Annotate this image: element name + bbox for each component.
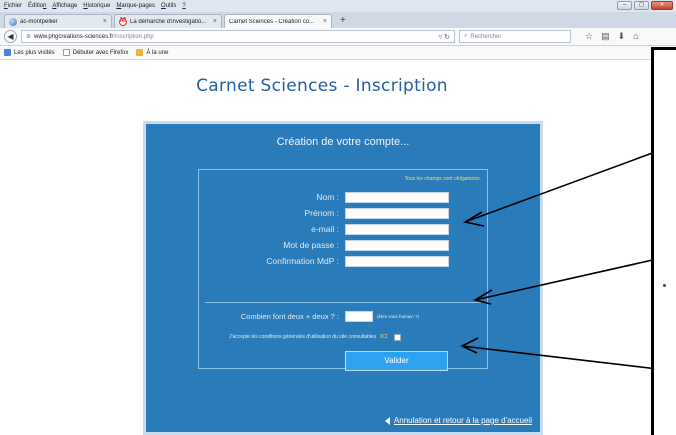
globe-icon: ⊕	[26, 34, 32, 40]
email-input[interactable]	[345, 224, 449, 235]
field-row-password: Mot de passe :	[199, 239, 489, 252]
terms-row: J'accepte les conditions générales d'uti…	[229, 332, 402, 342]
search-placeholder: Rechercher	[470, 33, 502, 40]
bookmark-icon	[4, 49, 11, 56]
annotation-box	[651, 47, 676, 435]
password-confirm-label: Confirmation MdP :	[266, 256, 339, 266]
new-tab-button[interactable]: +	[334, 14, 352, 28]
toolbar-icons: ☆ ▤ ⬇ ⌂	[585, 31, 639, 42]
menu-item-marque-pages[interactable]: Marque-pages	[116, 3, 155, 9]
tab-bar: ac-montpellier × La démarche d'investiga…	[0, 12, 676, 28]
tab-label: ac-montpellier	[20, 18, 58, 25]
bookmark-plus-visites[interactable]: Les plus visités	[4, 49, 55, 56]
cancel-link-label: Annulation et retour à la page d'accueil	[393, 416, 532, 425]
bookmark-debuter-firefox[interactable]: Débuter avec Firefox	[62, 49, 129, 56]
form-heading: Création de votre compte...	[276, 136, 410, 148]
reload-icon[interactable]: ▿ ↻	[439, 33, 450, 41]
rss-folder-icon	[136, 49, 144, 56]
password-input[interactable]	[345, 240, 449, 251]
captcha-hint: (êtes vous humain ?)	[377, 314, 420, 319]
cancel-link[interactable]: Annulation et retour à la page d'accueil	[384, 416, 532, 425]
tab-demarche-investigation[interactable]: La démarche d'investigatio... ×	[114, 14, 222, 28]
menu-item-edition[interactable]: Édition	[28, 3, 46, 9]
registration-panel: Création de votre compte... Tous les cha…	[143, 121, 543, 435]
reading-list-icon[interactable]: ▤	[601, 31, 610, 42]
search-icon: ⌕	[464, 33, 468, 39]
search-input[interactable]: ⌕ Rechercher	[459, 30, 571, 43]
field-row-password-confirm: Confirmation MdP :	[199, 255, 489, 268]
home-icon[interactable]: ⌂	[633, 31, 638, 42]
menu-item-outils[interactable]: Outils	[161, 3, 176, 9]
tab-label: La démarche d'investigatio...	[130, 18, 207, 25]
password-label: Mot de passe :	[283, 240, 339, 250]
email-label: e-mail :	[311, 224, 339, 234]
menu-bar: Fichier Édition Affichage Historique Mar…	[0, 0, 676, 12]
terms-checkbox[interactable]	[394, 333, 402, 341]
navigation-bar: ◀ ⊕ www.phgcreations-sciences.fr/inscrip…	[0, 28, 676, 46]
bookmark-a-la-une[interactable]: À la une	[136, 49, 168, 56]
back-arrow-icon	[384, 416, 390, 425]
menu-item-help[interactable]: ?	[182, 3, 185, 9]
bookmarks-bar: Les plus visités Débuter avec Firefox À …	[0, 46, 676, 60]
submit-button[interactable]: Valider	[345, 351, 448, 371]
bookmark-label: À la une	[146, 49, 169, 56]
tab-label: Carnet Sciences - Création co...	[229, 18, 315, 25]
close-window-button[interactable]: ✕	[651, 1, 673, 10]
page-title: Carnet Sciences - Inscription	[196, 76, 448, 96]
field-row-prenom: Prénom :	[199, 207, 489, 220]
required-fields-note: Tous les champs sont obligatoires.	[404, 176, 481, 182]
window-controls: – ◻ ✕	[617, 1, 673, 10]
url-domain: www.phgcreations-sciences.fr	[34, 33, 114, 40]
bookmark-label: Les plus visités	[14, 49, 55, 56]
field-row-email: e-mail :	[199, 223, 489, 236]
menu-item-fichier[interactable]: Fichier	[4, 3, 22, 9]
captcha-row: Combien font deux + deux ? : (êtes vous …	[199, 310, 489, 323]
nom-input[interactable]	[345, 192, 449, 203]
maximize-button[interactable]: ◻	[634, 1, 649, 10]
tab-ac-montpellier[interactable]: ac-montpellier ×	[4, 14, 112, 28]
annotation-dot	[663, 284, 666, 287]
nom-label: Nom :	[316, 192, 339, 202]
url-path: /inscription.php	[113, 33, 154, 40]
tab-carnet-sciences[interactable]: Carnet Sciences - Création co... ×	[224, 14, 332, 28]
close-tab-icon[interactable]: ×	[323, 18, 327, 25]
page-icon	[62, 49, 70, 56]
globe-icon	[9, 17, 17, 26]
bookmark-star-icon[interactable]: ☆	[585, 31, 593, 42]
form-divider	[205, 302, 481, 303]
field-row-nom: Nom :	[199, 191, 489, 204]
prenom-label: Prénom :	[304, 208, 340, 218]
password-confirm-input[interactable]	[345, 256, 449, 267]
back-button[interactable]: ◀	[4, 30, 17, 43]
close-tab-icon[interactable]: ×	[103, 18, 107, 25]
download-icon[interactable]: ⬇	[618, 31, 626, 42]
captcha-label: Combien font deux + deux ? :	[240, 312, 339, 321]
url-bar[interactable]: ⊕ www.phgcreations-sciences.fr/inscripti…	[21, 30, 455, 43]
prenom-input[interactable]	[345, 208, 449, 219]
menu-item-affichage[interactable]: Affichage	[52, 3, 77, 9]
close-tab-icon[interactable]: ×	[213, 18, 217, 25]
minimize-button[interactable]: –	[617, 1, 632, 10]
registration-form: Tous les champs sont obligatoires. Nom :…	[198, 169, 489, 371]
menu-item-historique[interactable]: Historique	[83, 3, 110, 9]
gmail-icon	[119, 17, 127, 26]
terms-link[interactable]: ICI	[380, 334, 387, 340]
terms-text: J'accepte les conditions générales d'uti…	[229, 334, 377, 340]
bookmark-label: Débuter avec Firefox	[72, 49, 129, 56]
captcha-input[interactable]	[345, 311, 373, 322]
